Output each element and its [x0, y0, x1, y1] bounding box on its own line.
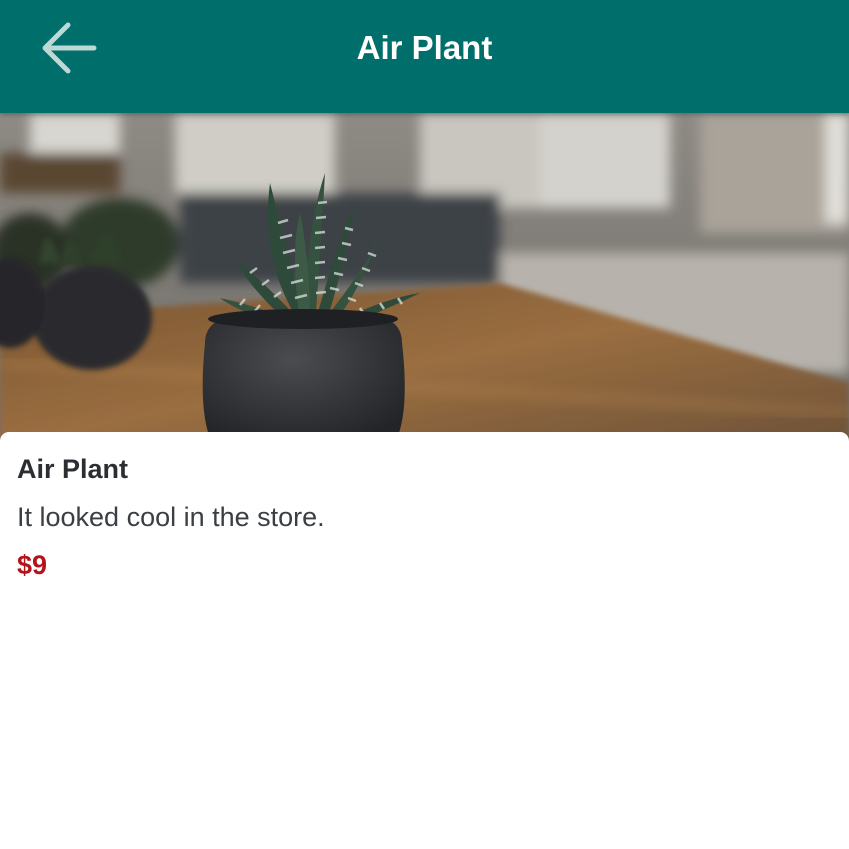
- product-info-card: Air Plant It looked cool in the store. $…: [0, 432, 849, 849]
- product-name: Air Plant: [17, 454, 129, 484]
- product-image: [0, 113, 849, 443]
- product-price: $9: [17, 550, 48, 580]
- product-detail-screen: Air Plant Air Plant It looked cool in th…: [0, 0, 849, 849]
- product-description: It looked cool in the store.: [17, 502, 325, 532]
- page-title: Air Plant: [356, 29, 493, 66]
- app-bar: Air Plant: [0, 0, 849, 113]
